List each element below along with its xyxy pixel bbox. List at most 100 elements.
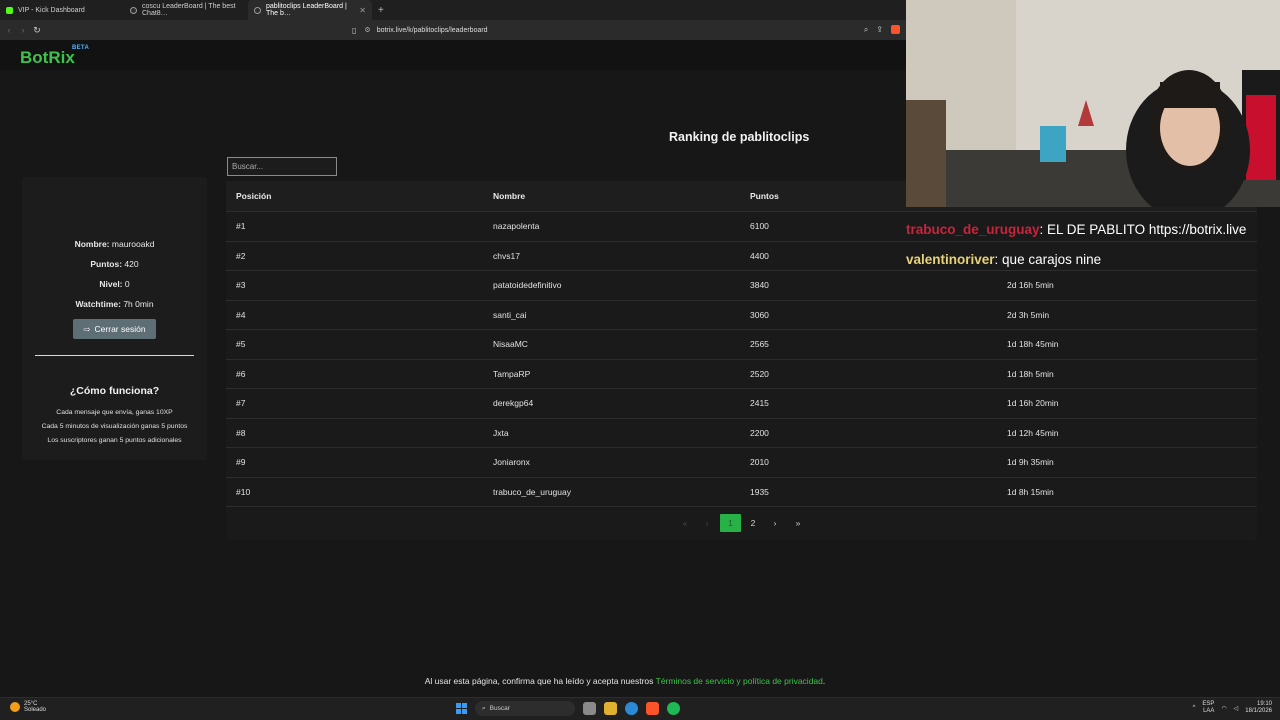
row-position: #4 [236, 309, 246, 320]
windows-taskbar: 25°C Soleado ⌕ Buscar ^ ESP LAA ◠ ◁ 19:10… [0, 697, 1280, 720]
row-position: #6 [236, 368, 246, 379]
zoom-icon[interactable]: ⌕ [864, 25, 868, 35]
row-position: #10 [236, 486, 251, 497]
file-explorer-icon[interactable] [604, 702, 617, 715]
row-name: derekgp64 [493, 398, 534, 408]
spotify-icon[interactable] [667, 702, 680, 715]
brave-icon[interactable] [646, 702, 659, 715]
webcam-image [906, 0, 1280, 207]
row-name: TampaRP [493, 368, 531, 379]
chat-message: valentinoriver: que carajos nine [906, 252, 1101, 267]
user-panel: Nombre: maurooakd Puntos: 420 Nivel: 0 W… [22, 177, 207, 460]
url-field[interactable]: ⚙ botrix.live/k/pablitoclips/leaderboard [364, 26, 488, 35]
brave-shields-icon[interactable] [891, 25, 900, 34]
tab-pablitoclips-leaderboard[interactable]: pablitoclips LeaderBoard | The b… ✕ [248, 0, 372, 20]
row-watchtime: 2d 3h 5min [1007, 309, 1050, 320]
botrix-icon [254, 6, 261, 14]
weather-widget[interactable]: 25°C Soleado [10, 701, 46, 713]
row-points: 2415 [750, 398, 769, 408]
how-line: Los suscriptores ganan 5 puntos adiciona… [47, 437, 182, 444]
table-row: #10 trabuco_de_uruguay 1935 1d 8h 15min [226, 478, 1257, 507]
pagination: « ‹ 1 2 › » [226, 514, 1257, 532]
site-info-icon[interactable]: ⚙ [364, 26, 370, 34]
site-footer: Al usar esta página, confirma que ha leí… [424, 676, 826, 686]
weather-desc: Soleado [24, 707, 47, 713]
how-line: Cada 5 minutos de visualización ganas 5 … [41, 423, 188, 430]
row-name: Joniaronx [493, 457, 530, 467]
row-watchtime: 1d 8h 15min [1007, 486, 1054, 497]
site-header: BotRix BETA [0, 40, 906, 70]
back-icon[interactable]: ‹ [4, 25, 14, 35]
row-watchtime: 1d 9h 35min [1007, 457, 1054, 467]
chat-username: valentinoriver [906, 252, 995, 267]
address-bar: ‹ › ↻ ▯ ⚙ botrix.live/k/pablitoclips/lea… [0, 20, 906, 40]
language-indicator[interactable]: ESP LAA [1202, 701, 1214, 715]
header-points[interactable]: Puntos [750, 181, 779, 212]
volume-icon[interactable]: ◁ [1234, 705, 1239, 712]
header-position[interactable]: Posición [236, 181, 271, 212]
table-row: #6 TampaRP 2520 1d 18h 5min [226, 360, 1257, 389]
share-icon[interactable]: ⇪ [876, 25, 883, 35]
forward-icon[interactable]: › [18, 25, 28, 35]
row-points: 2520 [750, 368, 769, 379]
table-row: #3 patatoidedefinitivo 3840 2d 16h 5min [226, 271, 1257, 301]
page-title: Ranking de pablitoclips [669, 130, 810, 144]
table-row: #2 chvs17 4400 [226, 242, 1257, 271]
search-input[interactable]: Buscar... [227, 157, 337, 176]
row-points: 4400 [750, 250, 769, 261]
terms-link[interactable]: Términos de servicio y política de priva… [656, 676, 823, 686]
logout-button[interactable]: ⇨ Cerrar sesión [73, 319, 156, 339]
chevron-up-icon[interactable]: ^ [1193, 705, 1196, 711]
chat-text: : que carajos nine [994, 252, 1102, 267]
next-page-button[interactable]: › [769, 514, 781, 532]
tab-coscu-leaderboard[interactable]: coscu LeaderBoard | The best Chat8… [124, 0, 248, 20]
user-watchtime-line: Watchtime: 7h 0min [75, 299, 154, 309]
row-name: nazapolenta [493, 221, 540, 231]
tab-label: coscu LeaderBoard | The best Chat8… [142, 3, 236, 17]
botrix-logo[interactable]: BotRix [20, 48, 75, 68]
task-view-icon[interactable] [583, 702, 596, 715]
page-1-button[interactable]: 1 [720, 514, 741, 532]
url-text: botrix.live/k/pablitoclips/leaderboard [376, 26, 488, 34]
row-name: chvs17 [493, 250, 520, 261]
how-it-works-title: ¿Cómo funciona? [69, 385, 160, 397]
panel-divider [35, 355, 194, 356]
close-tab-icon[interactable]: ✕ [359, 6, 366, 15]
row-position: #3 [236, 280, 246, 290]
kick-icon [6, 6, 13, 14]
taskbar-search[interactable]: ⌕ Buscar [475, 701, 575, 716]
first-page-button[interactable]: « [679, 514, 691, 532]
row-points: 2565 [750, 339, 769, 349]
row-points: 2200 [750, 427, 769, 438]
table-row: #7 derekgp64 2415 1d 16h 20min [226, 389, 1257, 419]
edge-icon[interactable] [625, 702, 638, 715]
table-row: #4 santi_cai 3060 2d 3h 5min [226, 301, 1257, 330]
tab-kick-dashboard[interactable]: VIP - Kick Dashboard [0, 0, 124, 20]
row-position: #9 [236, 457, 246, 467]
row-watchtime: 1d 16h 20min [1007, 398, 1059, 408]
logout-label: Cerrar sesión [94, 324, 146, 334]
header-name[interactable]: Nombre [493, 181, 525, 212]
last-page-button[interactable]: » [792, 514, 804, 532]
row-watchtime: 1d 18h 45min [1007, 339, 1059, 349]
clock[interactable]: 19:10 18/1/2026 [1245, 701, 1272, 715]
windows-start-icon[interactable] [456, 703, 467, 714]
row-points: 3060 [750, 309, 769, 320]
row-position: #5 [236, 339, 246, 349]
chat-username: trabuco_de_uruguay [906, 222, 1040, 237]
row-watchtime: 1d 12h 45min [1007, 427, 1059, 438]
table-row: #5 NisaaMC 2565 1d 18h 45min [226, 330, 1257, 360]
row-watchtime: 2d 16h 5min [1007, 280, 1054, 290]
row-points: 2010 [750, 457, 769, 467]
user-points-line: Puntos: 420 [90, 259, 139, 269]
row-name: santi_cai [493, 309, 527, 320]
wifi-icon[interactable]: ◠ [1221, 705, 1226, 712]
page-2-button[interactable]: 2 [747, 514, 759, 532]
bookmark-icon[interactable]: ▯ [352, 26, 356, 35]
footer-text: Al usar esta página, confirma que ha leí… [424, 676, 654, 686]
prev-page-button[interactable]: ‹ [701, 514, 713, 532]
new-tab-button[interactable]: + [372, 5, 390, 16]
row-points: 6100 [750, 221, 769, 231]
reload-icon[interactable]: ↻ [32, 25, 42, 36]
chat-text: : EL DE PABLITO https://botrix.live [1039, 222, 1247, 237]
